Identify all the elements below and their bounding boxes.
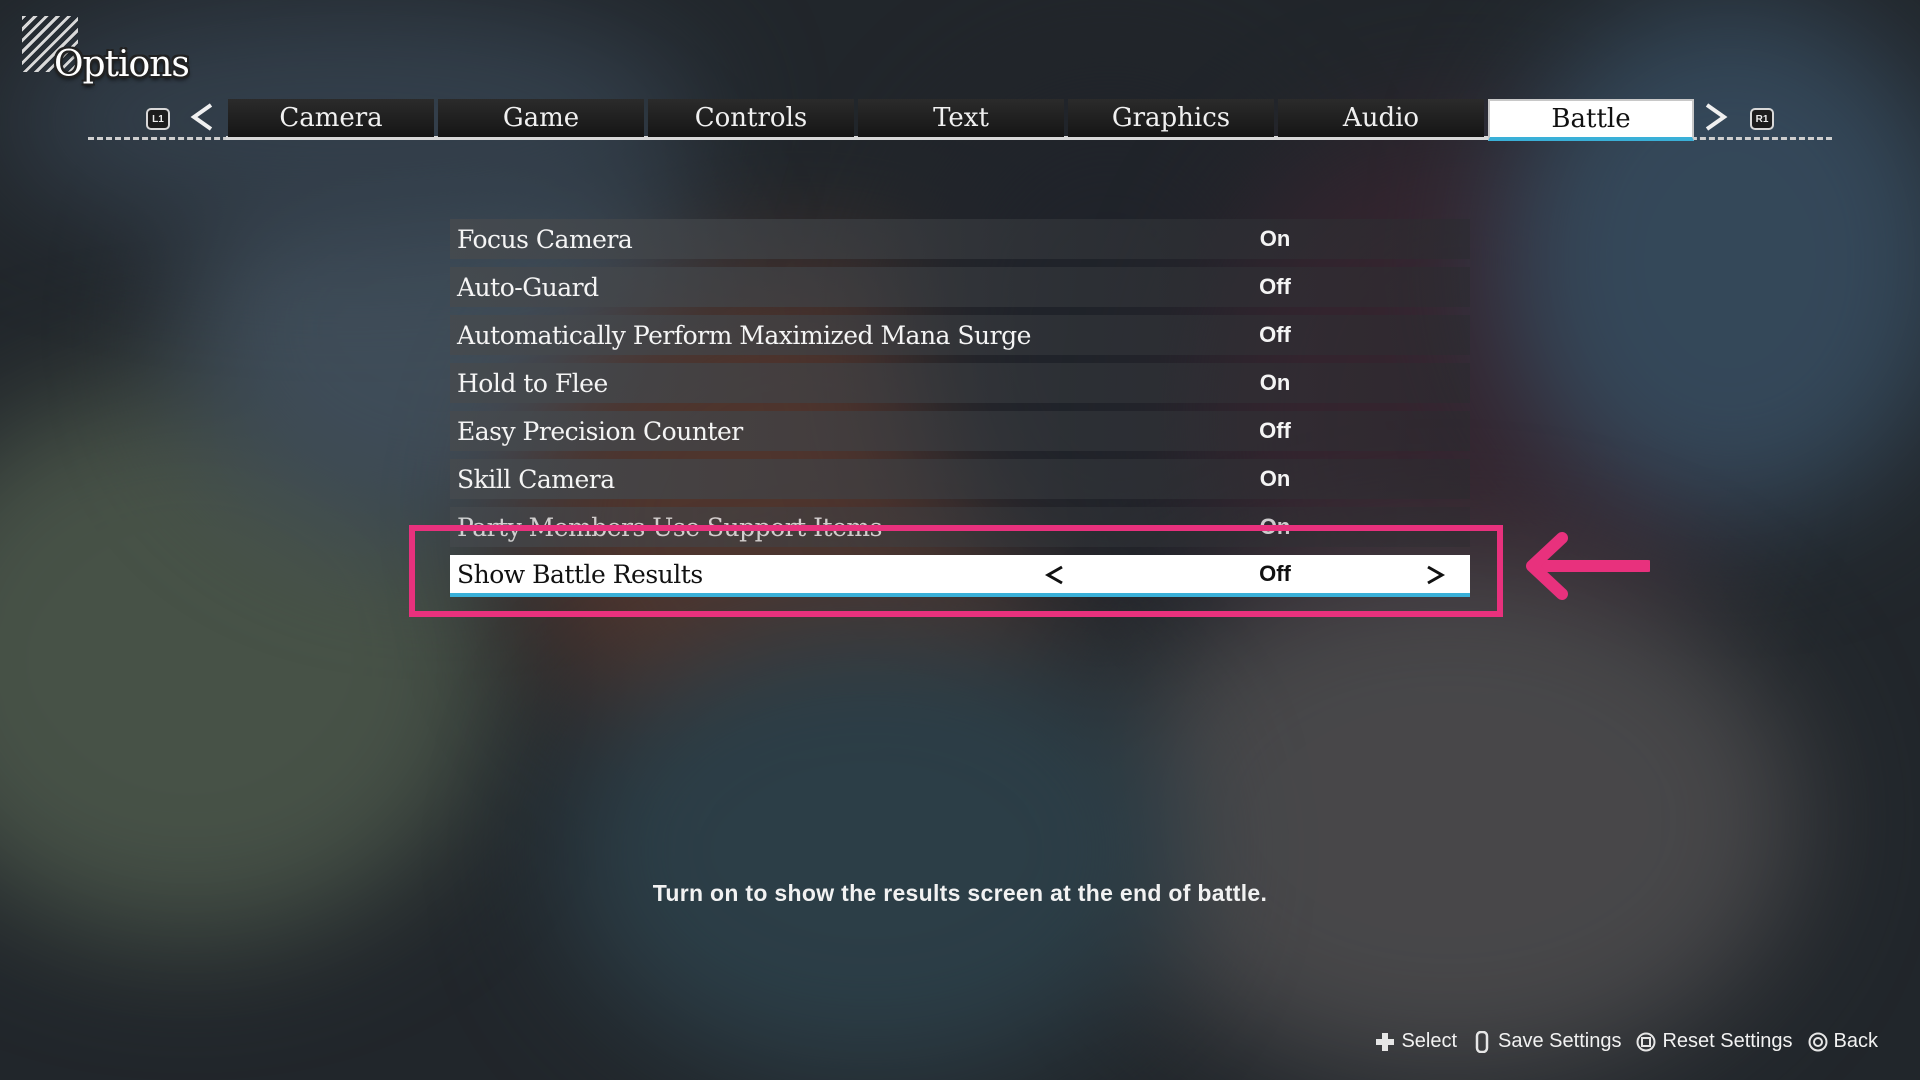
hint-reset-settings[interactable]: Reset Settings xyxy=(1635,1030,1793,1053)
highlight-annotation-box xyxy=(409,525,1503,617)
setting-row-skill-camera[interactable]: Skill Camera On xyxy=(450,459,1470,499)
r1-button-icon[interactable]: R1 xyxy=(1750,108,1774,130)
hint-select[interactable]: Select xyxy=(1374,1030,1457,1053)
chevron-right-icon[interactable] xyxy=(1700,100,1732,134)
square-button-icon xyxy=(1635,1031,1657,1053)
tab-battle[interactable]: Battle xyxy=(1488,99,1694,141)
tab-camera[interactable]: Camera xyxy=(228,99,434,137)
setting-value: On xyxy=(1259,370,1291,395)
setting-label: Focus Camera xyxy=(457,224,633,254)
options-header: Options xyxy=(22,16,222,96)
setting-value: Off xyxy=(1259,418,1291,443)
dpad-icon xyxy=(1374,1031,1396,1053)
hint-label: Select xyxy=(1401,1030,1458,1052)
hint-save-settings[interactable]: Save Settings xyxy=(1471,1030,1621,1053)
tab-text[interactable]: Text xyxy=(858,99,1064,137)
setting-value: On xyxy=(1259,466,1291,491)
annotation-arrow-icon xyxy=(1524,532,1654,600)
hint-label: Back xyxy=(1833,1030,1878,1052)
button-hints: Select Save Settings Reset Settings Back xyxy=(1374,1030,1878,1053)
setting-label: Automatically Perform Maximized Mana Sur… xyxy=(457,320,1031,350)
setting-description: Turn on to show the results screen at th… xyxy=(652,880,1268,906)
setting-row-auto-guard[interactable]: Auto-Guard Off xyxy=(450,267,1470,307)
tab-game[interactable]: Game xyxy=(438,99,644,137)
hint-label: Reset Settings xyxy=(1662,1030,1793,1052)
tab-graphics[interactable]: Graphics xyxy=(1068,99,1274,137)
l1-button-icon[interactable]: L1 xyxy=(146,108,170,130)
tab-list: Camera Game Controls Text Graphics Audio… xyxy=(228,99,1694,141)
setting-row-mana-surge[interactable]: Automatically Perform Maximized Mana Sur… xyxy=(450,315,1470,355)
chevron-left-icon[interactable] xyxy=(186,100,218,134)
setting-label: Skill Camera xyxy=(457,464,615,494)
hint-back[interactable]: Back xyxy=(1807,1030,1878,1053)
setting-value: Off xyxy=(1259,322,1291,347)
setting-label: Hold to Flee xyxy=(457,368,608,398)
page-title: Options xyxy=(54,44,190,85)
setting-row-easy-precision-counter[interactable]: Easy Precision Counter Off xyxy=(450,411,1470,451)
tab-controls[interactable]: Controls xyxy=(648,99,854,137)
tab-audio[interactable]: Audio xyxy=(1278,99,1484,137)
hint-label: Save Settings xyxy=(1498,1030,1622,1052)
setting-label: Easy Precision Counter xyxy=(457,416,743,446)
setting-row-focus-camera[interactable]: Focus Camera On xyxy=(450,219,1470,259)
touchpad-icon xyxy=(1471,1030,1493,1053)
circle-button-icon xyxy=(1807,1031,1829,1053)
setting-value: On xyxy=(1259,226,1291,251)
setting-label: Auto-Guard xyxy=(457,272,599,302)
setting-value: Off xyxy=(1259,274,1291,299)
setting-row-hold-to-flee[interactable]: Hold to Flee On xyxy=(450,363,1470,403)
